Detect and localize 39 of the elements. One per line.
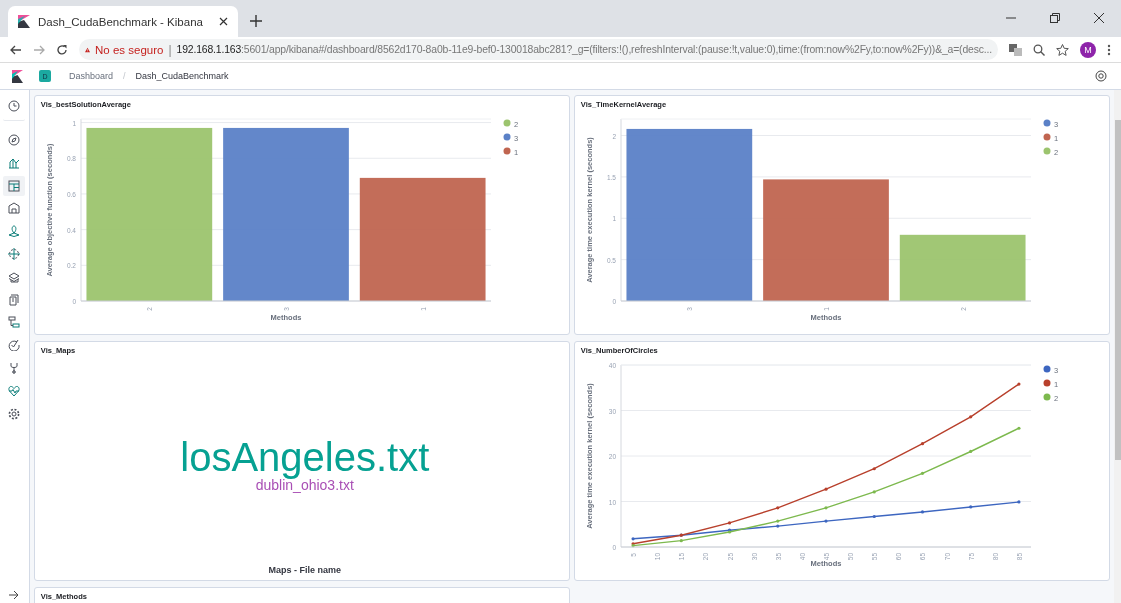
gear-icon [8,407,21,420]
chart-icon [8,156,21,169]
url-text: 192.168.1.163:5601/app/kibana#/dashboard/8562d170-8a0b-11e9-bef0-130018abc281?_g=(filters:!(),refreshInterval:(pause:!t,value:0),time:(from:now%2Fy,to:now%2Fy))&_a=(desc... [176,44,992,55]
logo-icon [18,15,30,28]
heart-icon [8,384,21,397]
breadcrumb-current: Dash_CudaBenchmark [135,71,229,81]
translate-icon[interactable] [1009,43,1022,56]
back-icon[interactable] [10,43,22,56]
profile-avatar[interactable]: M [1080,41,1096,58]
separator: | [168,42,172,57]
tag-cloud-word[interactable]: losAngeles.txt [180,435,430,478]
chart-caption: Maps - File name [268,565,342,575]
menu-icon[interactable] [1107,43,1111,56]
restore-icon[interactable] [1050,13,1060,23]
address-field[interactable]: No es seguro | 192.168.1.163:5601/app/kibana#/dashboard/8562d170-8a0b-11e9-bef0-130018abc281?_g=(filters:!(),refreshInterval:(pause:!t,value:0),time:(from:now%2Fy,to:now%2Fy))&_a=(desc... [79,39,998,60]
hierarchy-icon [8,316,21,329]
close-icon[interactable] [219,17,228,26]
zoom-icon[interactable] [1033,43,1045,56]
nav-item[interactable] [3,175,26,196]
building-icon [8,202,21,215]
scrollbar-thumb[interactable] [1114,120,1121,460]
new-tab-icon[interactable] [250,15,262,27]
close-icon[interactable] [1094,13,1104,23]
document-icon [8,293,21,306]
security-label: No es seguro [95,43,164,56]
breadcrumb-link[interactable]: Dashboard [69,71,114,81]
browser-tab[interactable]: Dash_CudaBenchmark - Kibana [8,6,238,37]
compass-icon [8,134,21,146]
expand-arrow-icon[interactable] [9,590,20,600]
dashboard-icon [8,179,21,192]
pin-icon [8,225,21,238]
breadcrumb-separator: / [123,71,126,81]
check-icon [8,339,21,352]
clock-icon [8,100,21,112]
star-icon[interactable] [1056,43,1069,56]
reload-icon[interactable] [56,43,68,56]
logo-icon[interactable] [12,69,23,83]
stack-icon [8,270,21,283]
help-icon[interactable] [1095,70,1107,82]
